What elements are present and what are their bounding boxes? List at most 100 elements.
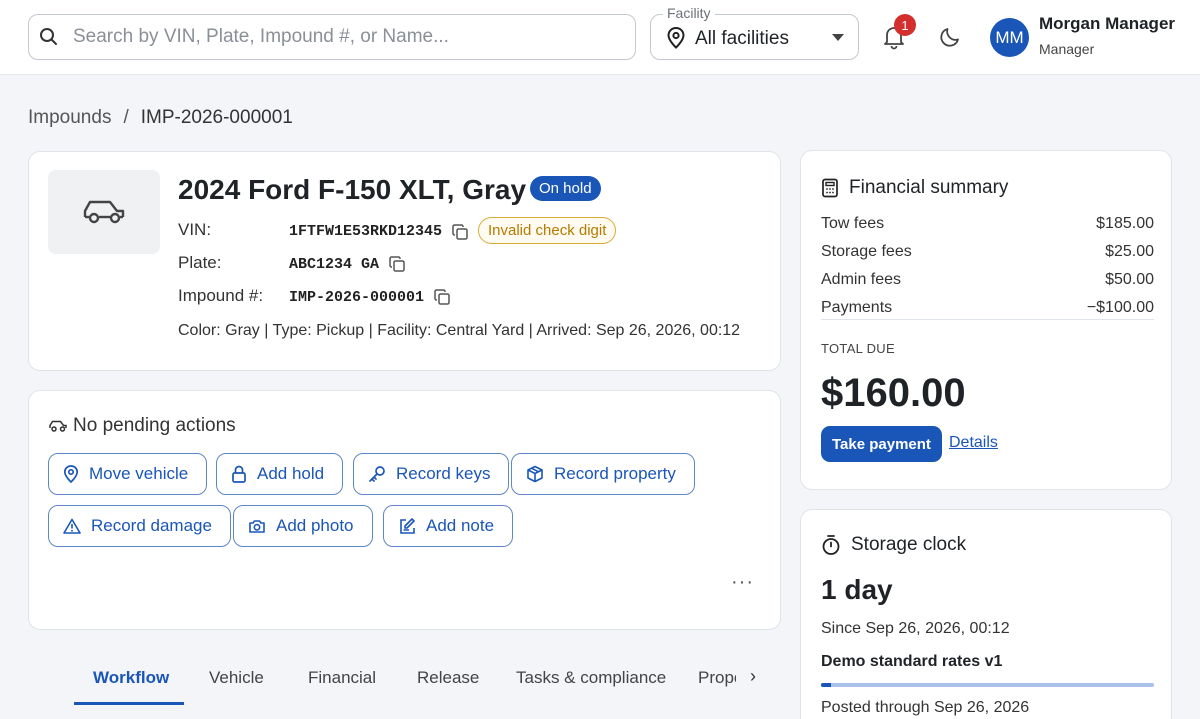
total-due-label: TOTAL DUE <box>821 341 895 356</box>
add-photo-button[interactable]: Add photo <box>233 505 373 547</box>
facility-label: Facility <box>663 5 715 21</box>
car-icon <box>83 200 125 224</box>
vin-value: 1FTFW1E53RKD12345 <box>289 223 443 240</box>
record-property-button[interactable]: Record property <box>511 453 695 495</box>
take-payment-button[interactable]: Take payment <box>821 426 942 462</box>
car-icon <box>49 420 67 432</box>
record-damage-label: Record damage <box>91 516 212 535</box>
record-property-label: Record property <box>554 464 676 483</box>
vin-warning-badge: Invalid check digit <box>478 217 617 244</box>
move-vehicle-button[interactable]: Move vehicle <box>48 453 208 495</box>
divider <box>821 319 1154 320</box>
user-role: Manager <box>1039 41 1095 57</box>
vehicle-thumbnail <box>48 170 160 254</box>
details-link[interactable]: Details <box>949 434 998 452</box>
add-hold-button[interactable]: Add hold <box>216 453 344 495</box>
fee-label: Payments <box>821 299 893 316</box>
fee-row-admin: Admin fees $50.00 <box>821 271 1154 289</box>
total-due-value: $160.00 <box>821 371 966 415</box>
financial-summary-title: Financial summary <box>849 177 1009 198</box>
tab-financial[interactable]: Financial <box>308 668 376 688</box>
search-input[interactable] <box>73 26 613 48</box>
fee-label: Storage fees <box>821 243 912 260</box>
financial-summary-card: Financial summary Tow fees $185.00 Storag… <box>800 150 1172 490</box>
facility-select[interactable]: Facility All facilities <box>650 5 859 60</box>
warning-icon <box>63 518 81 534</box>
location-pin-icon <box>63 465 79 483</box>
chevron-down-icon <box>832 34 844 41</box>
fee-row-storage: Storage fees $25.00 <box>821 243 1154 261</box>
fee-value: $50.00 <box>1105 271 1154 288</box>
tab-property[interactable]: Prope <box>698 668 736 688</box>
notifications-button[interactable]: 1 <box>882 14 916 50</box>
chevron-right-icon[interactable]: › <box>750 666 756 687</box>
copy-vin-icon[interactable] <box>452 224 468 240</box>
fee-value: $185.00 <box>1096 215 1154 232</box>
add-note-button[interactable]: Add note <box>383 505 514 547</box>
breadcrumb-separator: / <box>123 107 129 128</box>
impound-label: Impound #: <box>178 286 264 305</box>
add-note-label: Add note <box>426 516 495 535</box>
status-badge: On hold <box>530 176 601 201</box>
theme-toggle-button[interactable] <box>938 25 962 49</box>
move-vehicle-label: Move vehicle <box>89 464 189 483</box>
search-box[interactable] <box>28 14 636 60</box>
storage-rate: Demo standard rates v1 <box>821 653 1003 670</box>
storage-progress-bar <box>821 683 1154 687</box>
fee-value: $25.00 <box>1105 243 1154 260</box>
vehicle-card: 2024 Ford F-150 XLT, Gray On hold VIN: 1… <box>28 151 781 371</box>
vehicle-title: 2024 Ford F-150 XLT, Gray <box>178 174 527 205</box>
location-pin-icon <box>667 26 685 54</box>
storage-posted-through: Posted through Sep 26, 2026 <box>821 699 1030 716</box>
tab-workflow[interactable]: Workflow <box>93 668 169 688</box>
storage-days: 1 day <box>821 574 893 605</box>
fee-row-tow: Tow fees $185.00 <box>821 215 1154 233</box>
active-tab-indicator <box>74 702 184 705</box>
copy-impound-icon[interactable] <box>434 289 450 305</box>
storage-since: Since Sep 26, 2026, 00:12 <box>821 620 1010 637</box>
tab-tasks-compliance[interactable]: Tasks & compliance <box>516 668 666 688</box>
plate-label: Plate: <box>178 253 222 272</box>
lock-icon <box>232 465 246 483</box>
fee-label: Tow fees <box>821 215 885 232</box>
pending-actions-text: No pending actions <box>73 415 236 436</box>
add-photo-label: Add photo <box>276 516 354 535</box>
avatar[interactable]: MM <box>990 18 1029 57</box>
moon-icon <box>940 28 959 47</box>
calculator-icon <box>822 178 838 198</box>
stopwatch-icon <box>822 535 840 555</box>
storage-progress-fill <box>821 683 831 687</box>
storage-clock-title: Storage clock <box>851 534 967 555</box>
plate-value: ABC1234 GA <box>289 256 380 273</box>
add-hold-label: Add hold <box>257 464 325 483</box>
detail-tabs: Workflow Vehicle Financial Release Tasks… <box>74 660 774 708</box>
actions-card: No pending actions Move vehicle Add hold… <box>28 390 781 630</box>
camera-icon <box>249 520 265 533</box>
breadcrumb-impounds-link[interactable]: Impounds <box>28 107 111 129</box>
record-damage-button[interactable]: Record damage <box>48 505 231 547</box>
key-icon <box>369 466 385 482</box>
breadcrumb: Impounds / IMP-2026-000001 <box>28 107 293 129</box>
more-options-icon[interactable]: ··· <box>731 571 754 594</box>
storage-clock-header: Storage clock <box>821 534 966 556</box>
fee-label: Admin fees <box>821 271 902 288</box>
tab-release[interactable]: Release <box>417 668 479 688</box>
vehicle-meta: Color: Gray | Type: Pickup | Facility: C… <box>178 322 741 339</box>
fee-row-payments: Payments −$100.00 <box>821 299 1154 317</box>
record-keys-button[interactable]: Record keys <box>353 453 510 495</box>
copy-plate-icon[interactable] <box>389 256 405 272</box>
facility-value: All facilities <box>695 28 789 49</box>
notification-count-badge: 1 <box>894 14 916 36</box>
search-icon <box>37 25 61 49</box>
pending-actions: No pending actions <box>48 415 236 437</box>
breadcrumb-current: IMP-2026-000001 <box>140 107 293 128</box>
storage-clock-card: Storage clock 1 day Since Sep 26, 2026, … <box>800 509 1172 719</box>
financial-summary-header: Financial summary <box>821 177 1008 199</box>
impound-value: IMP-2026-000001 <box>289 289 425 306</box>
package-icon <box>527 465 543 483</box>
user-name: Morgan Manager <box>1039 14 1176 33</box>
vin-label: VIN: <box>178 220 212 239</box>
tab-vehicle[interactable]: Vehicle <box>209 668 264 688</box>
top-bar: Facility All facilities 1 MM Morgan Mana… <box>0 0 1200 75</box>
record-keys-label: Record keys <box>396 464 491 483</box>
